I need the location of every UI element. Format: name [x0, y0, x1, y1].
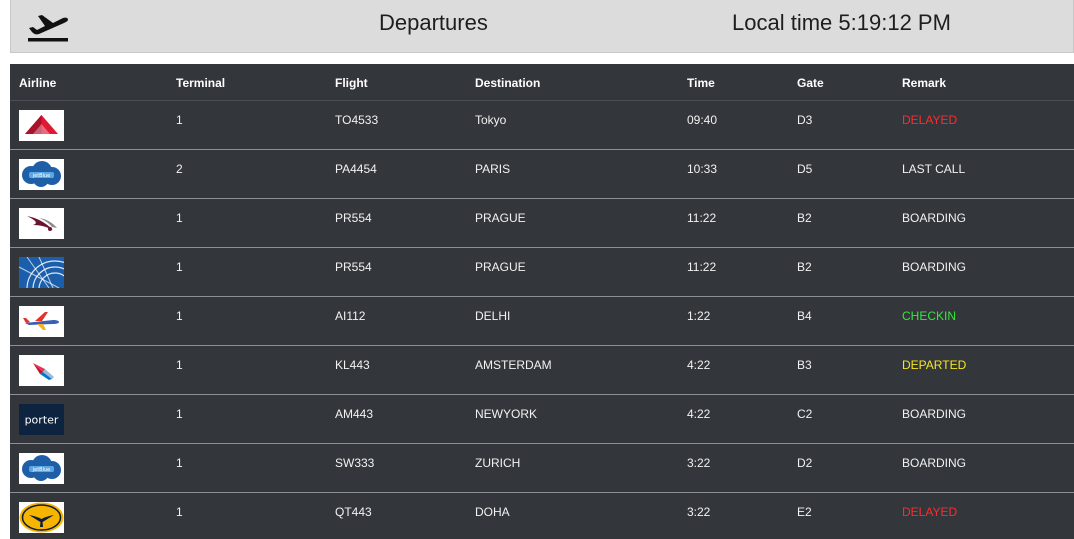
table-row: 1 PR554 PRAGUE 11:22 B2 BOARDING — [10, 199, 1074, 248]
gate-cell: B4 — [797, 309, 812, 323]
flight-number-cell: SW333 — [335, 456, 375, 470]
terminal-cell: 1 — [176, 456, 183, 470]
time-cell: 09:40 — [687, 113, 718, 127]
table-header: Airline Terminal Flight Destination Time… — [10, 64, 1074, 101]
flight-board: Airline Terminal Flight Destination Time… — [10, 64, 1074, 539]
gate-cell: D2 — [797, 456, 813, 470]
terminal-cell: 2 — [176, 162, 183, 176]
flight-number-cell: KL443 — [335, 358, 370, 372]
page-title: Departures — [379, 10, 488, 35]
destination-cell: PRAGUE — [475, 211, 526, 225]
american-logo — [19, 355, 64, 386]
column-header-time: Time — [687, 76, 715, 90]
destination-cell: Tokyo — [475, 113, 507, 127]
remark-cell: LAST CALL — [902, 162, 966, 176]
gate-cell: B2 — [797, 211, 812, 225]
clock-value: 5:19:12 PM — [838, 10, 951, 35]
table-row: 1 TO4533 Tokyo 09:40 D3 DELAYED — [10, 101, 1074, 150]
time-cell: 11:22 — [687, 211, 717, 225]
column-header-gate: Gate — [797, 76, 824, 90]
clock-label: Local time — [732, 10, 833, 35]
jetblue-logo: jetBlue — [19, 159, 64, 190]
column-header-flight: Flight — [335, 76, 368, 90]
flight-number-cell: AI112 — [335, 309, 366, 323]
remark-cell: DELAYED — [902, 505, 958, 519]
local-time-display: Local time 5:19:12 PM — [732, 10, 951, 36]
departures-header: Departures Local time 5:19:12 PM — [10, 0, 1074, 53]
remark-cell: DEPARTED — [902, 358, 967, 372]
delta-logo — [19, 110, 64, 141]
lufthansa-logo — [19, 502, 64, 533]
table-row: porter 1 AM443 NEWYORK 4:22 C2 BOARDING — [10, 395, 1074, 444]
gate-cell: C2 — [797, 407, 813, 421]
destination-cell: NEWYORK — [475, 407, 538, 421]
column-header-terminal: Terminal — [176, 76, 226, 90]
remark-cell: DELAYED — [902, 113, 958, 127]
destination-cell: DELHI — [475, 309, 511, 323]
time-cell: 11:22 — [687, 260, 717, 274]
terminal-cell: 1 — [176, 211, 183, 225]
flight-number-cell: TO4533 — [335, 113, 379, 127]
column-header-airline: Airline — [19, 76, 57, 90]
flight-number-cell: AM443 — [335, 407, 374, 421]
time-cell: 4:22 — [687, 407, 711, 421]
remark-cell: BOARDING — [902, 211, 967, 225]
gate-cell: D5 — [797, 162, 813, 176]
svg-text:jetBlue: jetBlue — [32, 173, 51, 179]
destination-cell: PRAGUE — [475, 260, 526, 274]
gate-cell: E2 — [797, 505, 812, 519]
plane-takeoff-icon — [28, 15, 68, 42]
flight-rows: 1 TO4533 Tokyo 09:40 D3 DELAYED jetBlue 2 PA4454… — [10, 101, 1074, 539]
time-cell: 3:22 — [687, 505, 711, 519]
column-header-destination: Destination — [475, 76, 541, 90]
destination-cell: PARIS — [475, 162, 511, 176]
united-logo — [19, 257, 64, 288]
terminal-cell: 1 — [176, 358, 183, 372]
table-row: 1 AI112 DELHI 1:22 B4 CHECKIN — [10, 297, 1074, 346]
table-row: 1 QT443 DOHA 3:22 E2 DELAYED — [10, 493, 1074, 539]
destination-cell: AMSTERDAM — [475, 358, 552, 372]
time-cell: 10:33 — [687, 162, 718, 176]
table-row: jetBlue 1 SW333 ZURICH 3:22 D2 BOARDING — [10, 444, 1074, 493]
jetblue-logo: jetBlue — [19, 453, 64, 484]
flight-number-cell: PR554 — [335, 211, 372, 225]
time-cell: 3:22 — [687, 456, 711, 470]
porter-logo: porter — [19, 404, 64, 435]
terminal-cell: 1 — [176, 505, 183, 519]
flight-number-cell: QT443 — [335, 505, 372, 519]
time-cell: 4:22 — [687, 358, 711, 372]
terminal-cell: 1 — [176, 113, 183, 127]
column-header-remark: Remark — [902, 76, 947, 90]
remark-cell: BOARDING — [902, 407, 967, 421]
southwest-logo — [19, 306, 64, 337]
table-row: 1 KL443 AMSTERDAM 4:22 B3 DEPARTED — [10, 346, 1074, 395]
remark-cell: BOARDING — [902, 260, 967, 274]
gate-cell: B3 — [797, 358, 812, 372]
table-row: jetBlue 2 PA4454 PARIS 10:33 D5 LAST CALL — [10, 150, 1074, 199]
gate-cell: B2 — [797, 260, 812, 274]
time-cell: 1:22 — [687, 309, 711, 323]
terminal-cell: 1 — [176, 260, 183, 274]
destination-cell: DOHA — [475, 505, 510, 519]
destination-cell: ZURICH — [475, 456, 521, 470]
flight-number-cell: PR554 — [335, 260, 372, 274]
terminal-cell: 1 — [176, 407, 183, 421]
svg-text:jetBlue: jetBlue — [32, 467, 51, 473]
qatar-logo — [19, 208, 64, 239]
table-row: 1 PR554 PRAGUE 11:22 B2 BOARDING — [10, 248, 1074, 297]
flight-number-cell: PA4454 — [335, 162, 377, 176]
gate-cell: D3 — [797, 113, 813, 127]
terminal-cell: 1 — [176, 309, 183, 323]
remark-cell: CHECKIN — [902, 309, 957, 323]
porter-logo-text: porter — [25, 414, 59, 427]
remark-cell: BOARDING — [902, 456, 967, 470]
